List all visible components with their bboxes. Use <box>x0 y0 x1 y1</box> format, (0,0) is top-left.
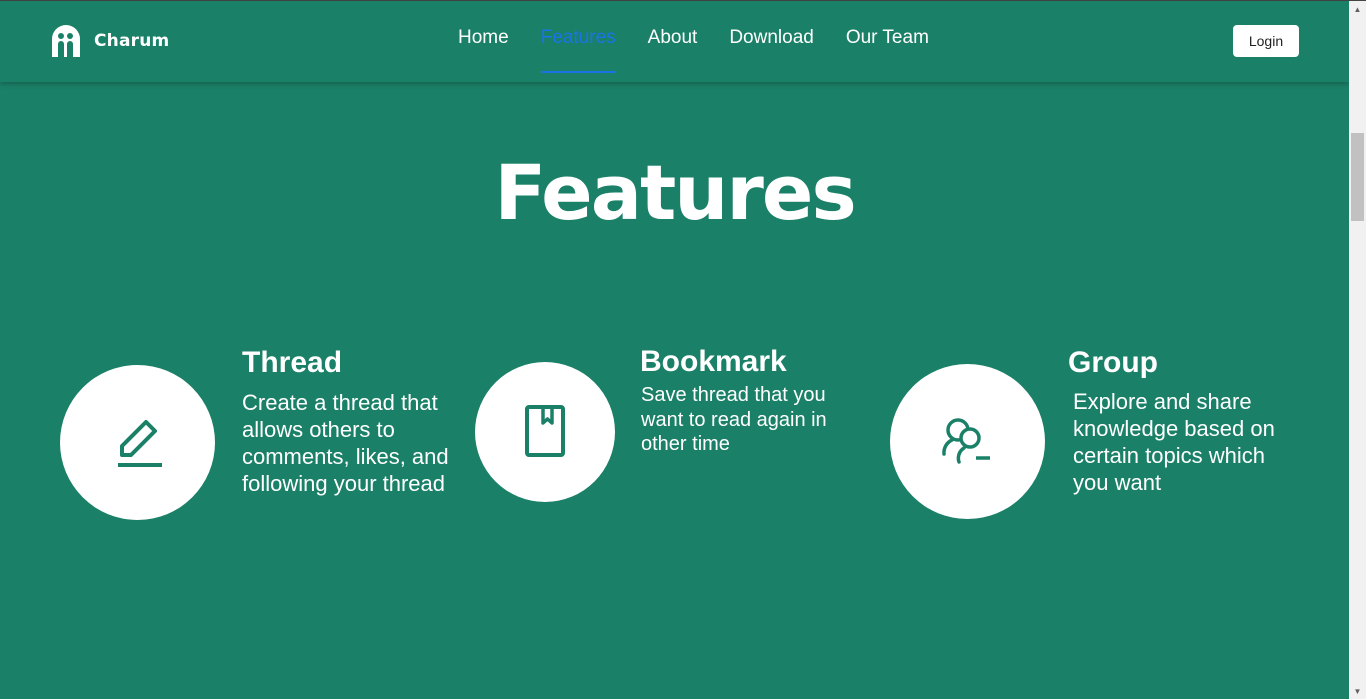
login-button[interactable]: Login <box>1233 25 1299 57</box>
nav-link-features[interactable]: Features <box>525 1 632 82</box>
feature-title-thread: Thread <box>242 346 343 379</box>
nav-link-our-team[interactable]: Our Team <box>830 1 945 82</box>
scroll-down-arrow-icon[interactable]: ▼ <box>1349 683 1366 699</box>
bookmark-icon <box>525 405 565 457</box>
pencil-icon <box>117 419 162 467</box>
feature-desc-thread: Create a thread that allows others to co… <box>242 390 449 496</box>
feature-desc-group: Explore and share knowledge based on cer… <box>1073 389 1275 495</box>
feature-title-group: Group <box>1068 346 1158 379</box>
brand-name: Charum <box>94 31 170 51</box>
charum-logo-icon <box>52 25 80 57</box>
feature-desc-bookmark: Save thread that you want to read again … <box>641 384 827 455</box>
nav-link-about[interactable]: About <box>632 1 714 82</box>
scroll-up-arrow-icon[interactable]: ▲ <box>1349 1 1366 18</box>
scrollbar-thumb[interactable] <box>1351 133 1364 221</box>
group-icon-circle <box>890 364 1045 519</box>
thread-icon-circle <box>60 365 215 520</box>
nav-menu: Home Features About Download Our Team <box>442 1 945 82</box>
nav-link-download[interactable]: Download <box>713 1 830 82</box>
nav-link-home[interactable]: Home <box>442 1 525 82</box>
top-navbar: Charum Home Features About Download Our … <box>0 1 1349 82</box>
feature-title-bookmark: Bookmark <box>640 345 787 378</box>
vertical-scrollbar[interactable]: ▲ ▼ <box>1349 1 1366 699</box>
brand-logo[interactable]: Charum <box>50 25 169 57</box>
bookmark-icon-circle <box>475 362 615 502</box>
group-search-icon <box>941 417 990 464</box>
page-title: Features <box>494 148 856 237</box>
browser-viewport: Charum Home Features About Download Our … <box>0 0 1366 699</box>
